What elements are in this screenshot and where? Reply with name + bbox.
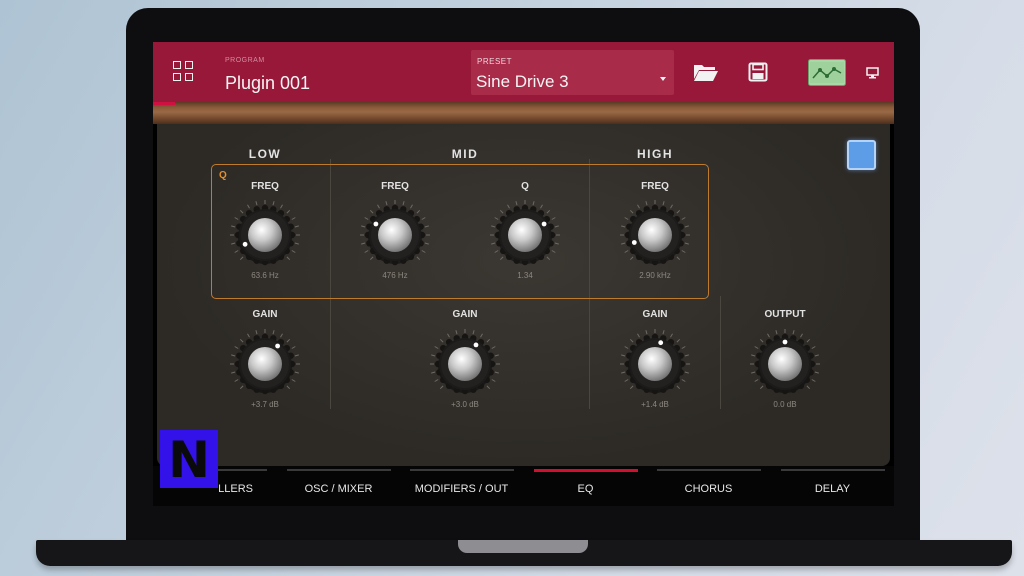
low-gain-knob[interactable] (229, 328, 301, 400)
folder-open-icon[interactable] (693, 62, 719, 82)
chevron-down-icon (660, 77, 666, 81)
knob-label-mid-q: Q (521, 181, 529, 192)
grid-icon[interactable] (173, 61, 195, 83)
tab-indicator (657, 469, 761, 471)
tab-label: EQ (577, 483, 594, 495)
knob-label-high-freq: FREQ (641, 181, 669, 192)
tab-indicator (410, 469, 514, 471)
tab-bar: LLERS OSC / MIXER MODIFIERS / OUT EQ CHO… (153, 466, 894, 506)
program-label: PROGRAM (225, 57, 265, 64)
knob-label-low-gain: GAIN (252, 309, 278, 320)
knob-value-mid-q: 1.34 (517, 271, 533, 280)
tab-label: MODIFIERS / OUT (414, 483, 509, 495)
tab-indicator (287, 469, 391, 471)
n-logo-overlay: N (160, 430, 218, 489)
tab-indicator (781, 469, 885, 471)
laptop-notch (458, 540, 588, 553)
tab-delay[interactable]: DELAY (771, 466, 894, 506)
high-freq-knob[interactable] (619, 199, 691, 271)
mid-gain-knob[interactable] (429, 328, 501, 400)
knob-value-output: 0.0 dB (773, 400, 797, 409)
power-button[interactable] (847, 140, 876, 170)
tab-label: OSC / MIXER (304, 483, 373, 495)
preset-label: PRESET (477, 57, 513, 66)
output-knob[interactable] (749, 328, 821, 400)
q-group-label: Q (219, 170, 227, 181)
knob-value-high-gain: +1.4 dB (641, 400, 669, 409)
preset-name: Sine Drive 3 (476, 72, 569, 91)
high-gain-knob[interactable] (619, 328, 691, 400)
tab-label: DELAY (814, 483, 851, 495)
knob-value-mid-freq: 476 Hz (382, 271, 408, 280)
tab-modifiers-out[interactable]: MODIFIERS / OUT (400, 466, 523, 506)
knob-value-high-freq: 2.90 kHz (639, 271, 671, 280)
band-title-mid: MID (451, 147, 479, 161)
knob-value-mid-gain: +3.0 dB (451, 400, 479, 409)
tab-chorus[interactable]: CHORUS (647, 466, 770, 506)
eq-panel: LOW MID HIGH Q FREQ 63.6 Hz FREQ 476 Hz … (157, 124, 890, 466)
band-title-low: LOW (248, 147, 282, 161)
wood-trim (153, 102, 894, 124)
top-bar: PROGRAM Plugin 001 PRESET Sine Drive 3 (153, 42, 894, 102)
knob-label-mid-freq: FREQ (381, 181, 409, 192)
divider (720, 296, 721, 409)
knob-label-mid-gain: GAIN (452, 309, 478, 320)
save-icon[interactable] (748, 62, 768, 82)
mid-freq-knob[interactable] (359, 199, 431, 271)
knob-value-low-freq: 63.6 Hz (251, 271, 279, 280)
eq-curve-icon[interactable] (808, 59, 846, 86)
knob-label-low-freq: FREQ (251, 181, 279, 192)
tab-indicator (534, 469, 638, 472)
tab-label: CHORUS (684, 483, 733, 495)
knob-value-low-gain: +3.7 dB (251, 400, 279, 409)
tab-eq[interactable]: EQ (524, 466, 647, 506)
low-freq-knob[interactable] (229, 199, 301, 271)
program-name[interactable]: Plugin 001 (225, 73, 310, 94)
band-title-high: HIGH (637, 147, 673, 161)
screen-icon[interactable] (866, 67, 879, 79)
plugin-screen: PROGRAM Plugin 001 PRESET Sine Drive 3 L… (153, 42, 894, 506)
mid-q-knob[interactable] (489, 199, 561, 271)
preset-select[interactable]: PRESET Sine Drive 3 (471, 50, 674, 95)
tab-osc-mixer[interactable]: OSC / MIXER (277, 466, 400, 506)
knob-label-high-gain: GAIN (642, 309, 668, 320)
knob-label-output: OUTPUT (764, 309, 806, 320)
